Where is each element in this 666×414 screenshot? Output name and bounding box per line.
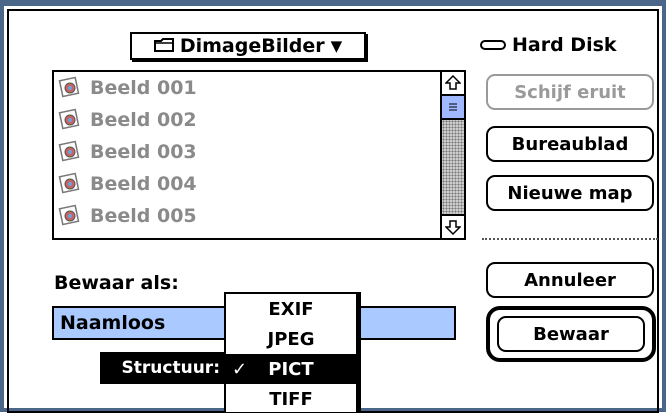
format-option-label: PICT (268, 358, 314, 380)
desktop-button[interactable]: Bureaublad (486, 126, 654, 162)
format-option-tiff[interactable]: TIFF (226, 384, 356, 414)
format-label[interactable]: Structuur: (100, 352, 226, 384)
disk-indicator: Hard Disk (480, 34, 617, 56)
scroll-thumb[interactable] (442, 96, 464, 120)
hard-disk-icon (480, 40, 506, 50)
file-list-item-label: Beeld 001 (90, 77, 197, 99)
folder-popup-label: DimageBilder (179, 35, 325, 57)
new-folder-button[interactable]: Nieuwe map (486, 175, 654, 211)
save-button-outline: Bewaar (486, 306, 656, 362)
folder-icon (153, 37, 174, 56)
file-list-item-label: Beeld 002 (90, 109, 197, 131)
cancel-button[interactable]: Annuleer (486, 262, 654, 298)
arrow-up-icon[interactable] (442, 72, 464, 96)
chevron-down-icon: ▼ (330, 37, 343, 55)
window-frame-top (0, 0, 666, 6)
format-option-pict[interactable]: ✓ PICT (226, 354, 356, 384)
arrow-down-icon[interactable] (442, 214, 464, 238)
file-list-item-label: Beeld 005 (90, 205, 197, 227)
file-list-item-label: Beeld 004 (90, 173, 197, 195)
picture-file-icon (58, 76, 82, 100)
save-as-label: Bewaar als: (54, 272, 179, 294)
divider (482, 238, 658, 240)
format-option-label: TIFF (269, 388, 313, 410)
file-list[interactable]: Beeld 001 Beeld 002 Beeld 003 Beeld 004 Beel… (52, 70, 466, 240)
save-button[interactable]: Bewaar (497, 316, 645, 352)
window-frame-right (662, 0, 666, 412)
file-list-item[interactable]: Beeld 004 (54, 168, 424, 200)
file-items: Beeld 001 Beeld 002 Beeld 003 Beeld 004 Beel… (54, 72, 424, 232)
format-option-jpeg[interactable]: JPEG (226, 324, 356, 354)
format-option-label: EXIF (268, 298, 314, 320)
folder-popup[interactable]: DimageBilder ▼ (130, 32, 366, 60)
format-menu[interactable]: EXIF JPEG ✓ PICT TIFF (224, 292, 358, 412)
file-list-item-label: Beeld 003 (90, 141, 197, 163)
picture-file-icon (58, 204, 82, 228)
picture-file-icon (58, 140, 82, 164)
picture-file-icon (58, 172, 82, 196)
window-frame-left (0, 0, 4, 412)
picture-file-icon (58, 108, 82, 132)
format-option-exif[interactable]: EXIF (226, 294, 356, 324)
disk-label: Hard Disk (512, 34, 617, 56)
checkmark-icon: ✓ (232, 358, 248, 380)
eject-button[interactable]: Schijf eruit (486, 74, 654, 110)
scrollbar[interactable] (440, 72, 464, 238)
file-list-item[interactable]: Beeld 005 (54, 200, 424, 232)
format-option-label: JPEG (267, 328, 315, 350)
file-list-item[interactable]: Beeld 002 (54, 104, 424, 136)
file-list-item[interactable]: Beeld 003 (54, 136, 424, 168)
file-list-item[interactable]: Beeld 001 (54, 72, 424, 104)
